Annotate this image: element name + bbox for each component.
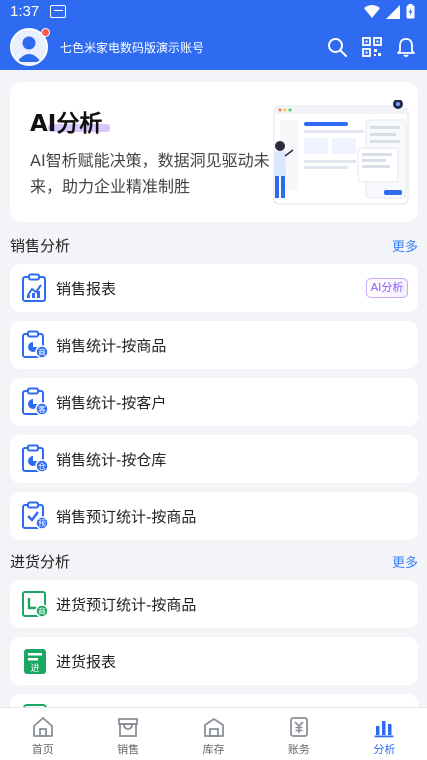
- sales-order-by-product-icon: 预: [22, 501, 49, 530]
- finance-icon: [290, 717, 308, 737]
- list-item-label: 销售统计-按商品: [56, 337, 167, 355]
- nav-label: 首页: [31, 743, 54, 756]
- list-item-purchase-order-by-product[interactable]: 商 进货预订统计-按商品: [10, 580, 418, 628]
- avatar-badge: [41, 28, 50, 37]
- header: 七色米家电数码版演示账号: [0, 24, 427, 70]
- sales-icon: [118, 718, 139, 737]
- sales-by-product-icon: 商: [22, 330, 49, 359]
- list-item-label: 销售统计-按客户: [56, 394, 167, 412]
- nav-label: 账务: [287, 743, 310, 756]
- nav-label: 库存: [202, 743, 225, 756]
- icon-sub-text: 商: [38, 606, 46, 616]
- section-sales-analysis: 销售分析 更多: [10, 235, 418, 255]
- system-icons: [364, 4, 415, 19]
- list-item-sales-order-by-product[interactable]: 预 销售预订统计-按商品: [10, 492, 418, 540]
- section-title: 进货分析: [10, 553, 71, 571]
- banner-description: AI智析赋能决策，数据洞见驱动未来，助力企业精准制胜: [30, 151, 270, 196]
- ai-analysis-banner[interactable]: AI分析 AI智析赋能决策，数据洞见驱动未来，助力企业精准制胜: [10, 82, 418, 222]
- list-item-label: 进货预订统计-按商品: [56, 596, 197, 614]
- list-item-sales-by-warehouse[interactable]: 仓 销售统计-按仓库: [10, 435, 418, 483]
- list-item-label: 销售预订统计-按商品: [56, 508, 197, 526]
- section-purchase-analysis: 进货分析 更多: [10, 551, 418, 571]
- ai-analysis-badge: AI分析: [366, 278, 408, 298]
- icon-sub-text: 进: [30, 663, 39, 674]
- nav-label: 销售: [117, 743, 140, 756]
- nav-home[interactable]: 首页: [0, 708, 85, 760]
- status-time: 1:37: [10, 3, 40, 20]
- inventory-icon: [203, 718, 224, 737]
- banner-title: AI分析: [30, 111, 103, 137]
- bell-icon[interactable]: [395, 36, 417, 58]
- nav-label: 分析: [373, 743, 396, 756]
- dashboard-illustration-icon: [273, 100, 409, 205]
- list-item-sales-by-customer[interactable]: 客 销售统计-按客户: [10, 378, 418, 426]
- app-top-bar: 1:37 七色米家电数码版演示账号: [0, 0, 427, 70]
- more-link[interactable]: 更多: [392, 236, 418, 255]
- icon-sub-text: 预: [38, 518, 46, 528]
- icon-sub-text: 商: [38, 347, 46, 357]
- list-item-purchase-report[interactable]: 进 进货报表: [10, 637, 418, 685]
- home-icon: [32, 717, 53, 737]
- purchase-order-by-product-icon: 商: [22, 591, 49, 618]
- icon-sub-text: 客: [38, 404, 46, 414]
- list-item-label: 进货报表: [56, 653, 117, 671]
- wifi-icon: [364, 4, 380, 18]
- nav-sales[interactable]: 销售: [85, 708, 170, 760]
- bottom-nav: 首页 销售 库存 账务 分析: [0, 707, 427, 760]
- signal-icon: [386, 4, 400, 19]
- purchase-report-icon: 进: [24, 649, 46, 674]
- sales-by-warehouse-icon: 仓: [22, 444, 49, 473]
- search-icon[interactable]: [326, 36, 348, 58]
- nav-inventory[interactable]: 库存: [171, 708, 256, 760]
- account-name: 七色米家电数码版演示账号: [60, 41, 205, 55]
- sales-by-customer-icon: 客: [22, 387, 49, 416]
- more-link[interactable]: 更多: [392, 552, 418, 571]
- analysis-icon: [374, 721, 394, 738]
- list-item-label: 销售报表: [56, 280, 117, 298]
- icon-sub-text: 仓: [38, 461, 46, 471]
- status-bar: 1:37: [0, 0, 427, 24]
- list-item-sales-report[interactable]: 销售报表 AI分析: [10, 264, 418, 312]
- section-title: 销售分析: [10, 237, 71, 255]
- battery-icon: [406, 4, 415, 19]
- scan-icon[interactable]: [361, 36, 383, 58]
- notification-icon: [50, 5, 66, 18]
- list-item-label: 销售统计-按仓库: [56, 451, 167, 469]
- sales-report-icon: [22, 273, 46, 302]
- nav-analysis[interactable]: 分析: [342, 708, 427, 760]
- list-item-sales-by-product[interactable]: 商 销售统计-按商品: [10, 321, 418, 369]
- nav-finance[interactable]: 账务: [256, 708, 341, 760]
